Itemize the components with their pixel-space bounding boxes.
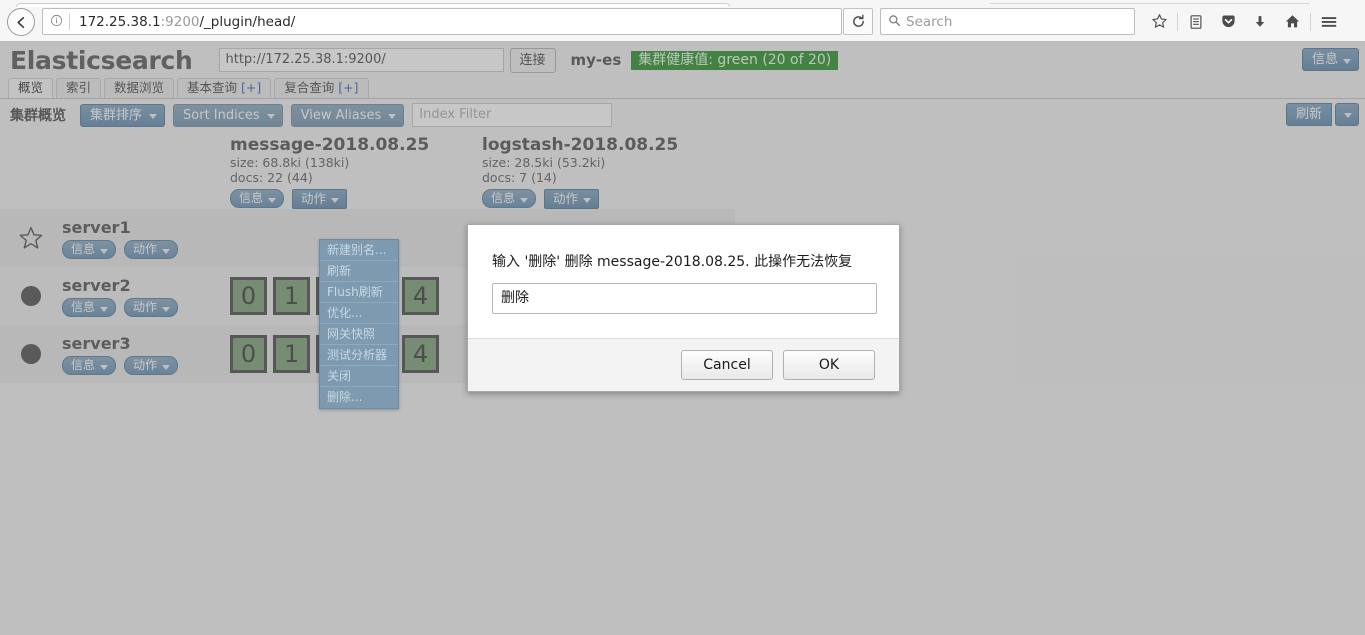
menu-item-flush[interactable]: Flush刷新 [320, 282, 398, 303]
back-arrow-icon [16, 16, 24, 28]
menu-item-test-analyzer[interactable]: 测试分析器 [320, 345, 398, 366]
cancel-button[interactable]: Cancel [681, 350, 773, 380]
menu-item-new-alias[interactable]: 新建别名... [320, 240, 398, 261]
menu-item-refresh[interactable]: 刷新 [320, 261, 398, 282]
url-text: 172.25.38.1:9200/_plugin/head/ [70, 14, 841, 30]
home-icon[interactable] [1276, 8, 1308, 35]
url-port: :9200 [160, 13, 200, 30]
hamburger-menu-icon[interactable] [1313, 8, 1345, 35]
dialog-message: 输入 '删除' 删除 message-2018.08.25. 此操作无法恢复 [492, 254, 853, 270]
dialog-footer: Cancel OK [468, 338, 899, 391]
search-placeholder: Search [906, 13, 953, 30]
dialog-body: 输入 '删除' 删除 message-2018.08.25. 此操作无法恢复 删… [468, 225, 899, 338]
download-icon[interactable] [1244, 8, 1276, 35]
browser-toolbar: 172.25.38.1:9200/_plugin/head/ Search [0, 0, 1365, 42]
search-icon [888, 14, 901, 30]
url-path: /_plugin/head/ [199, 13, 296, 30]
index-action-menu: 新建别名... 刷新 Flush刷新 优化... 网关快照 测试分析器 关闭 删… [319, 239, 399, 409]
browser-toolbar-icons [1143, 8, 1345, 35]
menu-item-delete[interactable]: 删除... [320, 387, 398, 408]
browser-tabstrip-edge [0, 0, 1365, 7]
delete-confirm-input[interactable]: 删除 [492, 283, 877, 314]
site-info-icon[interactable] [43, 14, 69, 30]
browser-search-box[interactable]: Search [880, 8, 1135, 35]
bookmark-star-icon[interactable] [1143, 8, 1175, 35]
menu-item-gateway-snapshot[interactable]: 网关快照 [320, 324, 398, 345]
toolbar-divider-1 [1177, 12, 1178, 31]
reload-button[interactable] [843, 8, 873, 35]
reload-icon [852, 14, 864, 27]
reader-list-icon[interactable] [1180, 8, 1212, 35]
menu-item-optimize[interactable]: 优化... [320, 303, 398, 324]
es-head-app: Elasticsearch http://172.25.38.1:9200/ 连… [0, 42, 1365, 635]
ok-button[interactable]: OK [783, 350, 875, 380]
url-bar[interactable]: 172.25.38.1:9200/_plugin/head/ [42, 8, 842, 35]
delete-confirm-dialog: 输入 '删除' 删除 message-2018.08.25. 此操作无法恢复 删… [467, 224, 900, 392]
toolbar-divider-2 [1310, 12, 1311, 31]
url-host: 172.25.38.1 [79, 13, 161, 30]
back-button[interactable] [7, 8, 35, 36]
screen-root: 172.25.38.1:9200/_plugin/head/ Search El… [0, 0, 1365, 635]
pocket-icon[interactable] [1212, 8, 1244, 35]
menu-item-close[interactable]: 关闭 [320, 366, 398, 387]
